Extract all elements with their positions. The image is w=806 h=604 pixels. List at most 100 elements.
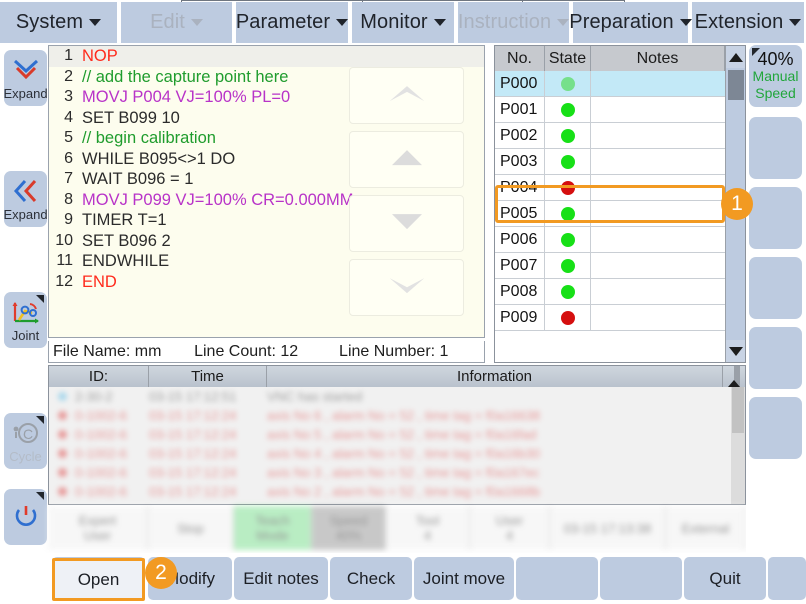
log-row[interactable]: 0-1002-603-15 17:12:24axis No 6 , alarm … (49, 406, 745, 425)
point-table-body[interactable]: P000P001P002P003P004P005P006P007P008P009 (495, 71, 745, 331)
log-scroll-up-button[interactable] (723, 366, 745, 387)
manual-speed-button[interactable]: 40% Manual Speed (749, 45, 802, 107)
page-up-button[interactable] (349, 67, 464, 124)
menu-item-label: Instruction (458, 11, 551, 34)
point-table-row[interactable]: P005 (495, 201, 745, 227)
edit-notes-button[interactable]: Edit notes (234, 557, 328, 600)
check-button[interactable]: Check (330, 557, 412, 600)
point-table-row[interactable]: P002 (495, 123, 745, 149)
status-cell-teach-mode[interactable]: TeachMode (234, 506, 312, 550)
status-cell-bottom: 4 (424, 528, 431, 543)
scroll-up-button[interactable] (726, 46, 746, 68)
right-rail-button-5[interactable] (749, 397, 802, 459)
point-table-row[interactable]: P003 (495, 149, 745, 175)
line-up-button[interactable] (349, 131, 464, 188)
point-table-row[interactable]: P008 (495, 279, 745, 305)
state-ok-icon (561, 207, 575, 221)
log-panel[interactable]: ID: Time Information 2-30-203-15 17:12:5… (48, 365, 746, 505)
quit-button[interactable]: Quit (684, 557, 766, 600)
log-row[interactable]: 0-1002-603-15 17:12:24axis No 3 , alarm … (49, 463, 745, 482)
log-row[interactable]: 0-1002-603-15 17:12:24axis No 4 , alarm … (49, 444, 745, 463)
point-notes-cell[interactable] (591, 253, 745, 278)
point-notes-cell[interactable] (591, 71, 745, 96)
menu-item-preparation[interactable]: Preparation (573, 2, 690, 43)
status-cell-run-state[interactable]: Stop (148, 506, 234, 550)
line-down-button[interactable] (349, 195, 464, 252)
expand-left-button[interactable]: Expand (4, 171, 47, 227)
point-table-row[interactable]: P006 (495, 227, 745, 253)
menu-item-system[interactable]: System (0, 2, 119, 43)
chevron-down-outline-icon (381, 270, 433, 305)
scrollbar-thumb[interactable] (728, 70, 744, 100)
point-notes-cell[interactable] (591, 227, 745, 252)
right-rail-button-3[interactable] (749, 257, 802, 319)
right-rail-button-4[interactable] (749, 327, 802, 389)
point-table-row[interactable]: P000 (495, 71, 745, 97)
status-cell-tool-number[interactable]: Tool4 (386, 506, 470, 550)
log-row[interactable]: 2-30-203-15 17:12:51VNC has started (49, 387, 745, 406)
log-information: axis No 2 , alarm No = 52 , time tag = f… (267, 484, 745, 499)
log-row[interactable]: 0-1002-603-15 17:12:24axis No 5 , alarm … (49, 425, 745, 444)
state-ok-icon (561, 155, 575, 169)
log-information: axis No 3 , alarm No = 52 , time tag = f… (267, 465, 745, 480)
log-time: 03-15 17:12:51 (149, 389, 267, 404)
log-column-id: ID: (49, 366, 149, 387)
code-line-number: 6 (49, 149, 82, 170)
point-table-row[interactable]: P001 (495, 97, 745, 123)
chevron-down-icon (89, 19, 101, 26)
expand-down-button[interactable]: Expand (4, 50, 47, 106)
status-cell-datetime[interactable]: 03-15 17:13:38 (550, 506, 666, 550)
point-table[interactable]: No. State Notes P000P001P002P003P004P005… (494, 45, 746, 363)
status-cell-external-mode[interactable]: External (666, 506, 746, 550)
status-cell-speed-state[interactable]: Speed40% (312, 506, 386, 550)
blank-button-1[interactable] (516, 557, 598, 600)
point-table-row[interactable]: P007 (495, 253, 745, 279)
menu-item-monitor[interactable]: Monitor (352, 2, 456, 43)
menu-item-parameter[interactable]: Parameter (236, 2, 350, 43)
scroll-down-button[interactable] (726, 340, 746, 362)
point-notes-cell[interactable] (591, 149, 745, 174)
code-line-number: 5 (49, 128, 82, 149)
code-line[interactable]: 1NOP (49, 46, 484, 67)
log-column-information: Information (267, 366, 723, 387)
log-panel-body[interactable]: 2-30-203-15 17:12:51VNC has started0-100… (49, 387, 745, 501)
state-error-icon (561, 181, 575, 195)
rail-button-label: Joint (12, 329, 39, 342)
code-line-number: 10 (49, 231, 82, 252)
log-row[interactable]: 0-1002-603-15 17:12:24axis No 2 , alarm … (49, 482, 745, 501)
joint-coordinate-button[interactable]: Joint (4, 292, 47, 348)
point-notes-cell[interactable] (591, 123, 745, 148)
point-notes-cell[interactable] (591, 97, 745, 122)
code-line-number: 7 (49, 169, 82, 190)
status-cell-user-level[interactable]: ExpertUser (48, 506, 148, 550)
point-table-row[interactable]: P009 (495, 305, 745, 331)
status-cell-top: User (496, 513, 523, 528)
servo-power-button[interactable] (4, 489, 47, 545)
blank-button-2[interactable] (600, 557, 682, 600)
point-notes-cell[interactable] (591, 305, 745, 330)
log-panel-scrollbar[interactable] (731, 387, 745, 504)
right-rail-button-1[interactable] (749, 117, 802, 179)
highlight-box-open-button: Open (52, 558, 145, 601)
menu-item-extension[interactable]: Extension (692, 2, 806, 43)
code-line-text: END (82, 272, 117, 293)
point-table-row[interactable]: P004 (495, 175, 745, 201)
right-rail-button-2[interactable] (749, 187, 802, 249)
point-number-cell: P005 (495, 201, 545, 226)
point-notes-cell[interactable] (591, 279, 745, 304)
alarm-icon (49, 411, 75, 420)
chevron-down-icon (191, 19, 203, 26)
column-header-state: State (545, 46, 591, 71)
joint-move-button[interactable]: Joint move (414, 557, 514, 600)
triangle-up-icon (383, 142, 431, 177)
function-button-label: Quit (709, 569, 740, 589)
code-line-number: 11 (49, 251, 82, 272)
triangle-down-icon (383, 206, 431, 241)
page-down-button[interactable] (349, 259, 464, 316)
cycle-mode-button[interactable]: CCycle (4, 413, 47, 469)
log-scrollbar-thumb[interactable] (732, 387, 744, 433)
status-cell-user-frame[interactable]: User4 (470, 506, 550, 550)
file-name-label: File Name: mm (49, 343, 194, 361)
program-editor[interactable]: 1NOP2// add the capture point here3MOVJ … (48, 45, 485, 338)
blank-button-3[interactable] (768, 557, 806, 600)
